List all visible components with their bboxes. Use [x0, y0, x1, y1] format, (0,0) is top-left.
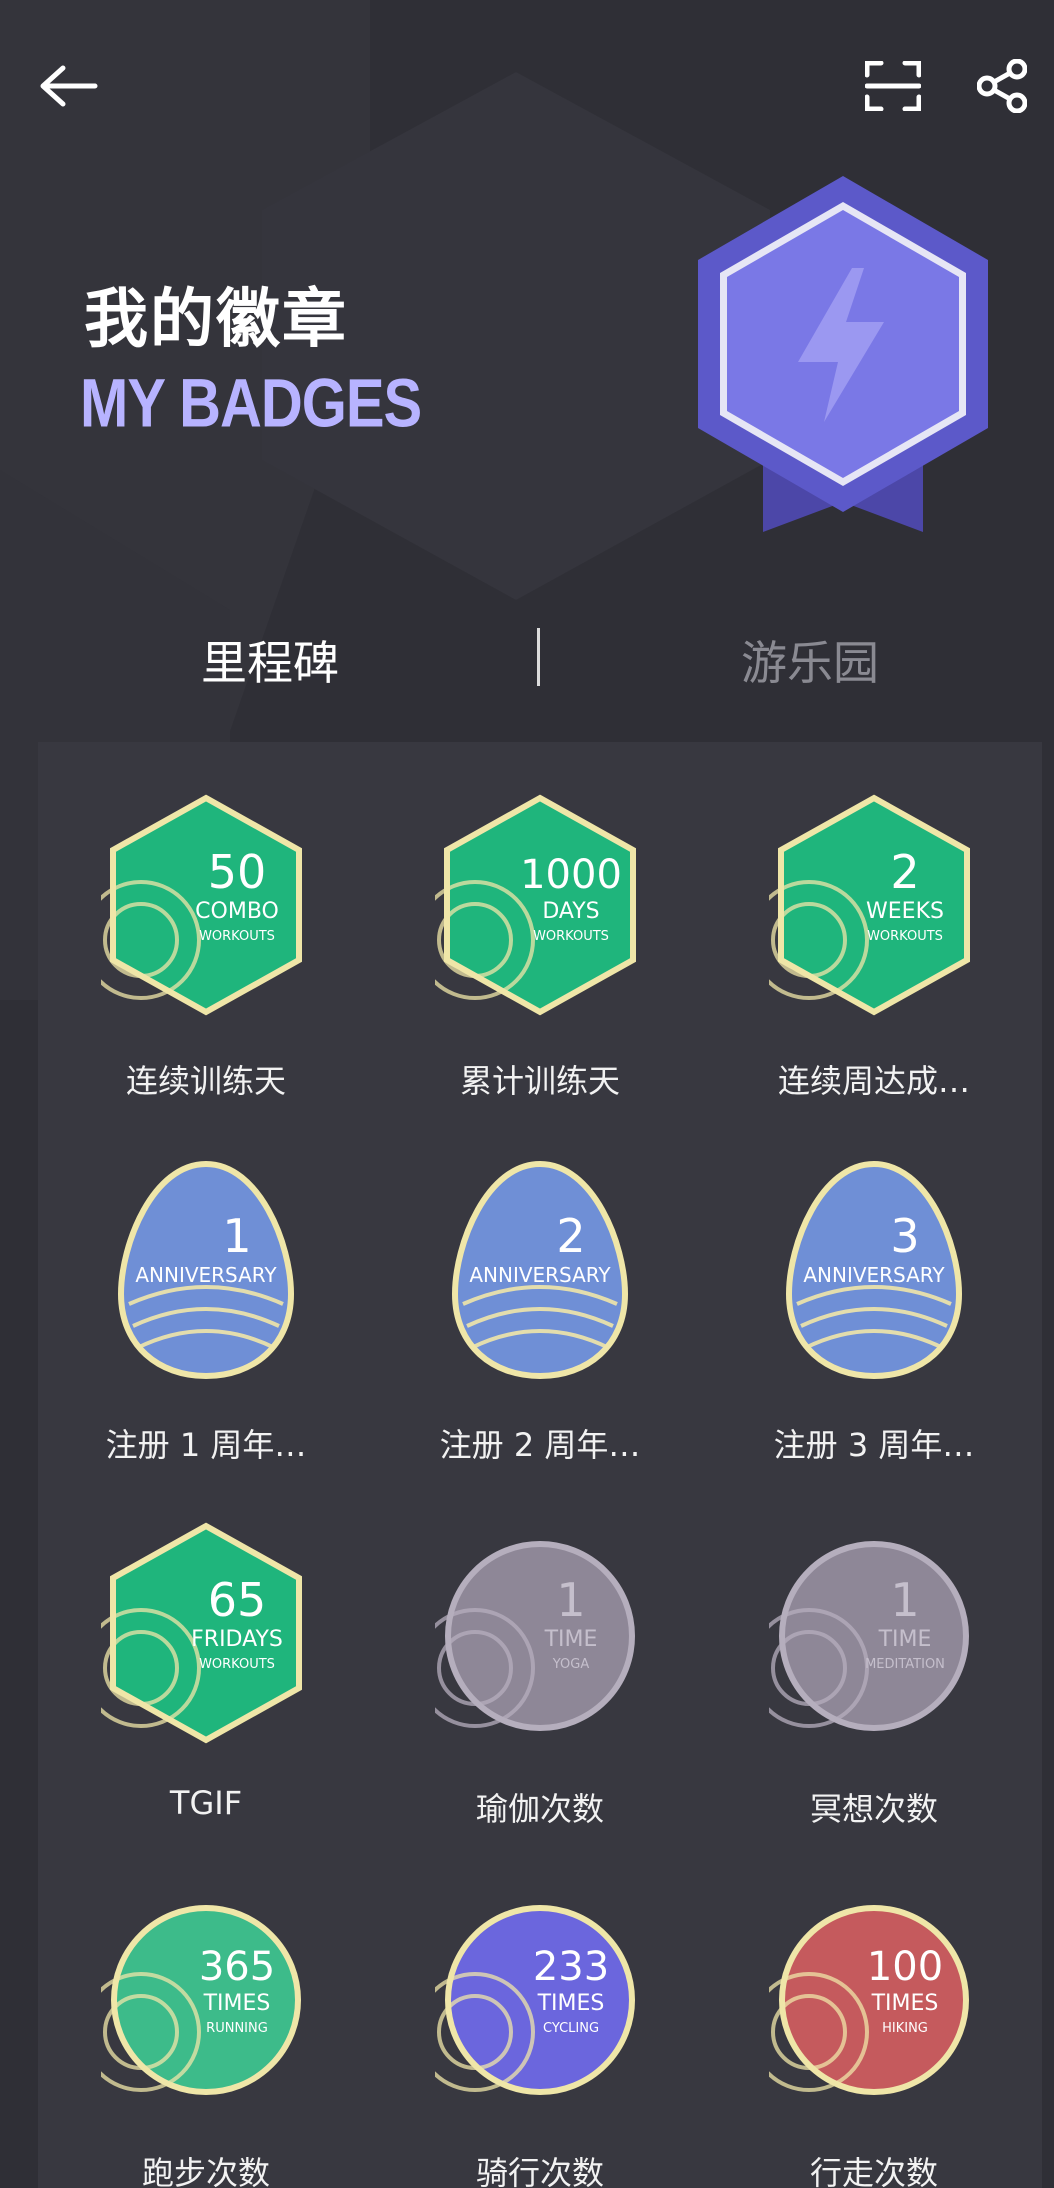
badge-caption: DAYS — [542, 899, 599, 924]
share-button[interactable] — [960, 44, 1044, 128]
badge-caption: COMBO — [195, 899, 279, 924]
badge-card[interactable]: 1 TIME YOGA 瑜伽次数 — [390, 1518, 690, 1848]
badge-icon: 2WEEKS WORKOUTS — [769, 790, 979, 1020]
badge-subcaption: RUNNING — [206, 2021, 268, 2036]
badge-subcaption: WORKOUTS — [533, 929, 609, 944]
badge-icon: 65FRIDAYS WORKOUTS — [101, 1518, 311, 1748]
badge-caption: ANNIVERSARY — [803, 1263, 945, 1287]
badge-icon: 65FRIDAYS WORKOUTS — [101, 1522, 302, 1744]
badge-number: 365 — [199, 1944, 275, 1990]
badge-card[interactable]: 233 TIMES CYCLING 骑行次数 — [390, 1882, 690, 2188]
badge-icon: 100TIMES HIKING — [769, 1882, 979, 2112]
badge-icon: 1TIME MEDITATION — [769, 1541, 969, 1731]
badge-subcaption: WORKOUTS — [199, 929, 275, 944]
badge-subcaption: YOGA — [552, 1657, 590, 1672]
badge-label: 冥想次数 — [809, 1790, 938, 1828]
badge-label: 连续周达成… — [777, 1062, 970, 1100]
badge-caption: FRIDAYS — [191, 1627, 283, 1652]
badge-icon: 233TIMES CYCLING — [435, 1882, 645, 2112]
badge-icon: 100TIMES HIKING — [769, 1905, 969, 2095]
badge-icon: 2ANNIVERSARY — [435, 1154, 645, 1384]
page-title: 我的徽章 — [84, 283, 348, 357]
badge-caption: TIMES — [871, 1991, 939, 2016]
badge-number: 2 — [890, 845, 919, 899]
badge-number: 50 — [208, 845, 267, 899]
scan-button[interactable] — [851, 44, 935, 128]
badge-icon: 1ANNIVERSARY — [117, 1160, 295, 1380]
badge-caption: ANNIVERSARY — [469, 1263, 611, 1287]
badge-label: 骑行次数 — [475, 2154, 604, 2188]
badge-icon: 1TIME MEDITATION — [769, 1518, 979, 1748]
badge-caption: TIME — [878, 1627, 932, 1652]
badge-card[interactable]: 3 ANNIVERSARY 注册 3 周年… — [724, 1154, 1024, 1484]
badge-icon: 50COMBO WORKOUTS — [101, 790, 311, 1020]
badge-card[interactable]: 2 ANNIVERSARY 注册 2 周年… — [390, 1154, 690, 1484]
badge-icon: 2WEEKS WORKOUTS — [769, 794, 970, 1016]
badge-subcaption: WORKOUTS — [199, 1657, 275, 1672]
page-subtitle: MY BADGES — [80, 365, 422, 442]
badge-caption: TIMES — [537, 1991, 605, 2016]
badge-icon: 1000DAYS WORKOUTS — [435, 794, 636, 1016]
badge-label: TGIF — [169, 1784, 243, 1822]
badge-label: 行走次数 — [809, 2154, 938, 2188]
badge-icon: 3ANNIVERSARY — [785, 1160, 963, 1380]
badge-label: 注册 1 周年… — [105, 1426, 307, 1464]
badge-label: 瑜伽次数 — [475, 1790, 604, 1828]
tab-divider — [537, 628, 540, 686]
arrow-left-icon — [40, 65, 98, 107]
badge-shape — [445, 1541, 635, 1731]
badge-label: 连续训练天 — [125, 1062, 286, 1100]
badge-subcaption: HIKING — [882, 2021, 928, 2036]
badge-card[interactable]: 50 COMBO WORKOUTS 连续训练天 — [56, 790, 356, 1120]
badge-icon: 1TIME YOGA — [435, 1541, 635, 1731]
back-button[interactable] — [27, 44, 111, 128]
badge-subcaption: WORKOUTS — [867, 929, 943, 944]
badge-icon: 3ANNIVERSARY — [769, 1154, 979, 1384]
badge-icon: 1000DAYS WORKOUTS — [435, 790, 645, 1020]
badge-icon: 50COMBO WORKOUTS — [101, 794, 302, 1016]
badge-number: 3 — [890, 1209, 919, 1263]
badge-icon: 233TIMES CYCLING — [435, 1905, 635, 2095]
badge-card[interactable]: 1 ANNIVERSARY 注册 1 周年… — [56, 1154, 356, 1484]
badge-number: 233 — [533, 1944, 609, 1990]
badge-icon: 365TIMES RUNNING — [101, 1905, 301, 2095]
badge-icon: 2ANNIVERSARY — [451, 1160, 629, 1380]
badge-label: 注册 2 周年… — [439, 1426, 641, 1464]
badge-number: 1000 — [520, 852, 622, 898]
badge-card[interactable]: 1000 DAYS WORKOUTS 累计训练天 — [390, 790, 690, 1120]
badge-caption: TIMES — [203, 1991, 271, 2016]
lightning-badge-icon — [698, 176, 988, 532]
badge-label: 跑步次数 — [141, 2154, 270, 2188]
badge-card[interactable]: 2 WEEKS WORKOUTS 连续周达成… — [724, 790, 1024, 1120]
share-icon — [977, 59, 1027, 113]
badge-caption: TIME — [544, 1627, 598, 1652]
badge-number: 1 — [222, 1209, 251, 1263]
badge-card[interactable]: 365 TIMES RUNNING 跑步次数 — [56, 1882, 356, 2188]
badge-number: 1 — [556, 1573, 585, 1627]
badge-number: 100 — [867, 1944, 943, 1990]
badge-caption: ANNIVERSARY — [135, 1263, 277, 1287]
badge-icon: 365TIMES RUNNING — [101, 1882, 311, 2112]
badge-subcaption: CYCLING — [543, 2021, 599, 2036]
tab-bar: 里程碑 游乐园 — [0, 620, 1054, 700]
badge-number: 1 — [890, 1573, 919, 1627]
scan-icon — [865, 61, 921, 111]
badge-card[interactable]: 100 TIMES HIKING 行走次数 — [724, 1882, 1024, 2188]
tab-playground[interactable]: 游乐园 — [660, 620, 960, 700]
badge-icon: 1ANNIVERSARY — [101, 1154, 311, 1384]
badge-number: 65 — [208, 1573, 267, 1627]
badge-icon: 1TIME YOGA — [435, 1518, 645, 1748]
badge-number: 2 — [556, 1209, 585, 1263]
badge-card[interactable]: 1 TIME MEDITATION 冥想次数 — [724, 1518, 1024, 1848]
badge-shape — [779, 1541, 969, 1731]
tab-milestone[interactable]: 里程碑 — [120, 620, 420, 700]
badge-caption: WEEKS — [866, 899, 944, 924]
badge-label: 累计训练天 — [459, 1062, 620, 1100]
badge-card[interactable]: 65 FRIDAYS WORKOUTS TGIF — [56, 1518, 356, 1848]
badge-label: 注册 3 周年… — [773, 1426, 975, 1464]
badge-subcaption: MEDITATION — [865, 1657, 945, 1672]
